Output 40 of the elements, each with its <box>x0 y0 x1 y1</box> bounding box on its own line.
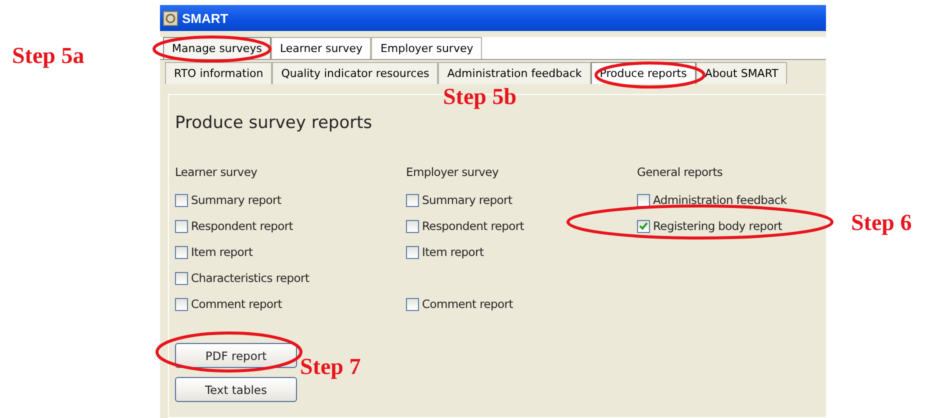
checkbox[interactable] <box>406 220 419 232</box>
step-label: Step 7 <box>300 354 361 380</box>
app-icon <box>163 10 178 26</box>
checkbox[interactable] <box>175 246 188 258</box>
checkbox-label[interactable]: Summary report <box>422 193 512 207</box>
group-label: General reports <box>637 165 724 181</box>
tab[interactable]: Learner survey <box>270 37 372 59</box>
window-title: SMART <box>182 10 228 26</box>
checkbox[interactable] <box>175 194 188 206</box>
checkbox-label[interactable]: Registering body report <box>653 219 782 233</box>
action-button[interactable]: Text tables <box>175 377 297 402</box>
checkbox[interactable] <box>406 246 419 258</box>
checkbox-label[interactable]: Item report <box>422 245 484 259</box>
checkbox[interactable] <box>406 194 419 206</box>
tab[interactable]: RTO information <box>165 62 272 84</box>
step-label: Step 5a <box>12 43 84 69</box>
checkbox-label[interactable]: Respondent report <box>422 219 524 233</box>
checkbox-label[interactable]: Comment report <box>422 297 513 311</box>
checkbox-label[interactable]: Comment report <box>191 297 282 311</box>
action-button[interactable]: PDF report <box>175 343 297 368</box>
checkbox[interactable] <box>637 194 650 206</box>
checkbox[interactable] <box>175 298 188 310</box>
checkbox[interactable] <box>175 272 188 284</box>
checkbox-label[interactable]: Respondent report <box>191 219 294 233</box>
tab[interactable]: About SMART <box>696 62 788 84</box>
checkbox[interactable] <box>637 220 650 232</box>
tab[interactable]: Quality indicator resources <box>272 62 438 84</box>
group-label: Employer survey <box>406 165 500 181</box>
checkbox[interactable] <box>406 298 419 310</box>
tab[interactable]: Employer survey <box>371 37 482 59</box>
checkbox-label[interactable]: Item report <box>191 245 253 259</box>
checkbox-label[interactable]: Characteristics report <box>191 271 310 285</box>
checkbox-label[interactable]: Administration feedback <box>653 193 787 207</box>
panel-heading: Produce survey reports <box>175 113 374 133</box>
tab[interactable]: Administration feedback <box>438 62 591 84</box>
group-label: Learner survey <box>175 165 258 181</box>
checkbox-label[interactable]: Summary report <box>191 193 282 207</box>
step-label: Step 5b <box>443 84 516 110</box>
step-label: Step 6 <box>851 210 912 236</box>
checkbox[interactable] <box>175 220 188 232</box>
